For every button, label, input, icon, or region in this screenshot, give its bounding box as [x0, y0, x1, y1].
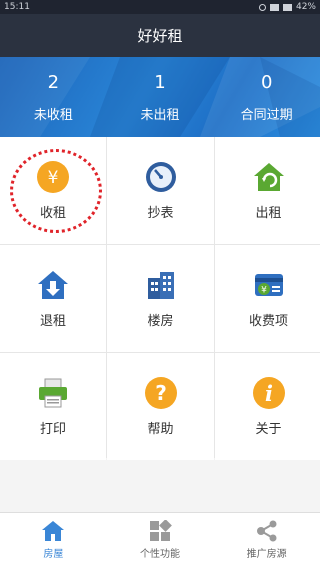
highlight-circle — [10, 149, 102, 233]
menu-label: 关于 — [255, 422, 282, 437]
svg-text:i: i — [265, 381, 273, 406]
bottom-tab-bar: 房屋 个性功能 推广房源 — [0, 512, 320, 566]
meter-clock-icon — [144, 160, 178, 194]
function-grid: ¥ 收租 抄表 出租 退租 楼房 ¥ 收费项 打印 ? 帮助 i 关于 — [0, 137, 320, 460]
summary-unpaid-rent[interactable]: 2 未收租 — [0, 57, 107, 137]
page-title: 好好租 — [137, 27, 183, 45]
tab-label: 推广房源 — [246, 548, 287, 560]
menu-label: 打印 — [39, 422, 66, 437]
battery-level: 42% — [295, 2, 316, 12]
tab-label: 房屋 — [43, 548, 64, 560]
menu-end-lease[interactable]: 退租 — [0, 245, 106, 352]
menu-buildings[interactable]: 楼房 — [107, 245, 214, 352]
menu-about[interactable]: i 关于 — [215, 353, 320, 460]
summary-value: 2 — [47, 71, 60, 93]
menu-label: 帮助 — [147, 422, 174, 437]
svg-text:¥: ¥ — [261, 286, 267, 296]
tab-houses[interactable]: 房屋 — [0, 513, 107, 566]
house-refresh-icon — [252, 160, 286, 194]
menu-help[interactable]: ? 帮助 — [107, 353, 214, 460]
printer-icon — [36, 376, 70, 410]
tab-promote-listings[interactable]: 推广房源 — [213, 513, 320, 566]
info-icon: i — [252, 376, 286, 410]
share-tab-icon — [255, 520, 279, 542]
house-tab-icon — [41, 520, 65, 542]
tab-label: 个性功能 — [140, 548, 180, 560]
summary-vacant[interactable]: 1 未出租 — [107, 57, 214, 137]
tab-custom-features[interactable]: 个性功能 — [107, 513, 214, 566]
house-down-arrow-icon — [36, 268, 70, 302]
svg-text:?: ? — [155, 381, 167, 405]
signal-icon — [269, 3, 279, 11]
title-bar: 好好租 — [0, 14, 320, 57]
summary-label: 合同过期 — [240, 107, 293, 123]
status-time: 15:11 — [4, 2, 30, 12]
alarm-icon — [258, 3, 266, 11]
building-icon — [144, 268, 178, 302]
summary-label: 未收租 — [33, 107, 73, 123]
menu-label: 退租 — [39, 314, 66, 329]
menu-label: 抄表 — [147, 206, 174, 221]
question-icon: ? — [144, 376, 178, 410]
menu-label: 收费项 — [248, 314, 288, 329]
menu-fee-items[interactable]: ¥ 收费项 — [215, 245, 320, 352]
summary-label: 未出租 — [140, 107, 180, 123]
status-bar: 15:11 42% — [0, 0, 320, 14]
summary-panel: 2 未收租 1 未出租 0 合同过期 — [0, 57, 320, 137]
grid-tab-icon — [148, 519, 172, 542]
summary-expired-contracts[interactable]: 0 合同过期 — [213, 57, 320, 137]
menu-label: 楼房 — [147, 314, 174, 329]
summary-value: 1 — [154, 71, 166, 93]
yen-card-icon: ¥ — [252, 268, 286, 302]
menu-collect-rent[interactable]: ¥ 收租 — [0, 137, 106, 244]
menu-label: 出租 — [255, 206, 282, 221]
menu-rent-out[interactable]: 出租 — [215, 137, 320, 244]
summary-value: 0 — [260, 71, 273, 93]
menu-meter-reading[interactable]: 抄表 — [107, 137, 214, 244]
menu-print[interactable]: 打印 — [0, 353, 106, 460]
battery-icon — [282, 3, 292, 11]
